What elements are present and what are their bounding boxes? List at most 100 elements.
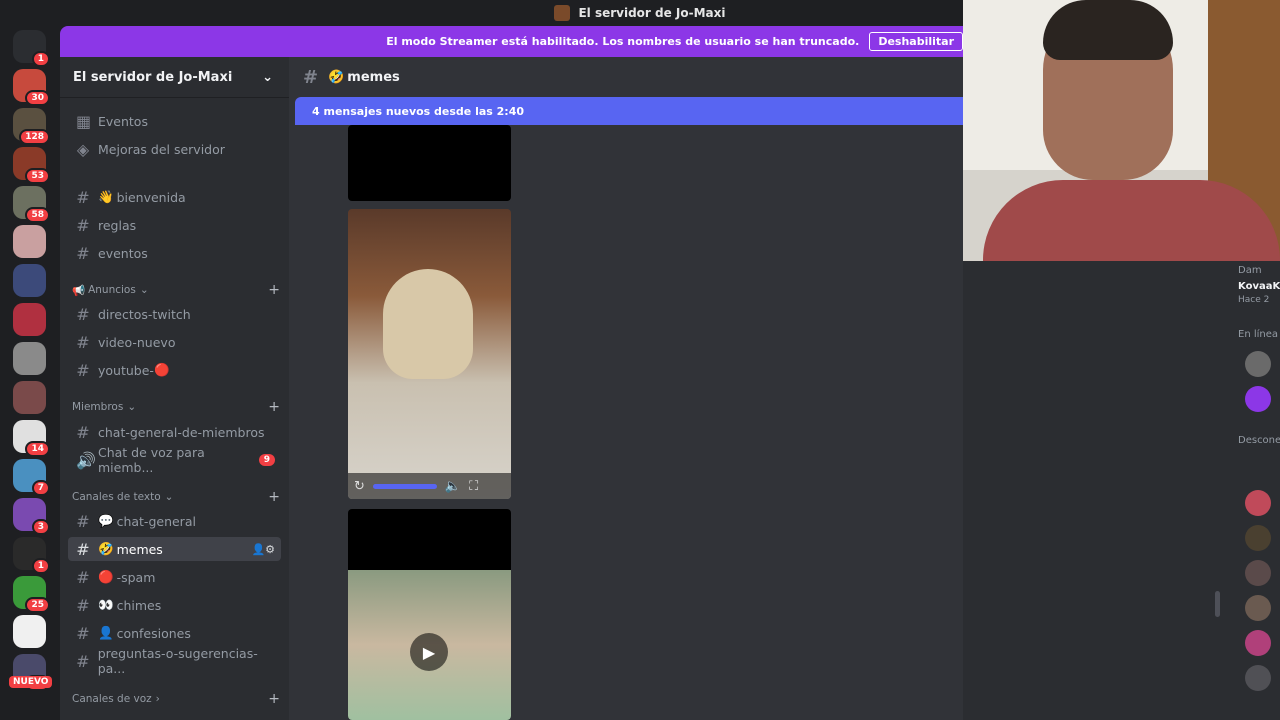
guild-1[interactable]: 30 xyxy=(13,69,50,106)
channel-spam[interactable]: # 🔴 -spam xyxy=(68,565,281,589)
channel-chat-de-voz-miembros[interactable]: 🔊 Chat de voz para miemb... 9 xyxy=(68,445,281,475)
sidebar-item-label: Eventos xyxy=(98,113,148,129)
hash-icon: # xyxy=(76,539,90,559)
member-avatar[interactable] xyxy=(1245,665,1271,691)
guild-14[interactable]: 25 xyxy=(13,576,50,613)
category-miembros[interactable]: Miembros ⌄ + xyxy=(72,399,280,415)
channel-reglas[interactable]: # reglas xyxy=(68,213,281,237)
guild-11[interactable]: 7 xyxy=(13,459,50,496)
channel-label: memes xyxy=(116,541,163,557)
window-title: El servidor de Jo-Maxi xyxy=(578,6,726,20)
channel-preguntas[interactable]: # preguntas-o-sugerencias-pa... xyxy=(68,646,281,676)
person-hair xyxy=(1043,0,1173,60)
member-avatar[interactable] xyxy=(1245,351,1271,377)
guild-list: 1301285358147312514 xyxy=(0,26,60,720)
category-label: Anuncios xyxy=(88,284,136,296)
channel-chat-general[interactable]: # 💬 chat-general xyxy=(68,509,281,533)
channel-emoji: 👀 xyxy=(98,597,114,612)
category-canales-de-voz[interactable]: Canales de voz › + xyxy=(72,691,280,707)
member-avatar[interactable] xyxy=(1245,525,1271,551)
mention-badge: 9 xyxy=(258,454,275,466)
guild-12[interactable]: 3 xyxy=(13,498,50,535)
category-anuncios[interactable]: 📢 Anuncios ⌄ + xyxy=(72,282,280,298)
guild-avatar xyxy=(13,225,46,258)
disable-streamer-button[interactable]: Deshabilitar xyxy=(869,32,963,51)
add-channel-icon[interactable]: + xyxy=(268,399,280,415)
channel-directos-twitch[interactable]: # directos-twitch xyxy=(68,302,281,326)
mention-badge: 1 xyxy=(31,51,50,67)
member-avatar[interactable] xyxy=(1245,630,1271,656)
category-canales-de-texto[interactable]: Canales de texto ⌄ + xyxy=(72,489,280,505)
megaphone-icon: 📢 xyxy=(72,284,86,297)
member-avatar[interactable] xyxy=(1245,386,1271,412)
guild-8[interactable] xyxy=(13,342,46,375)
video-attachment-2[interactable]: ▶ xyxy=(348,509,511,720)
mention-badge: 1 xyxy=(31,558,50,574)
member-avatar[interactable] xyxy=(1245,595,1271,621)
guild-7[interactable] xyxy=(13,303,46,336)
replay-icon[interactable]: ↻ xyxy=(354,479,365,494)
channel-label: chat-general-de-miembros xyxy=(98,424,265,440)
channel-emoji: 🔴 xyxy=(98,569,114,584)
channel-chimes[interactable]: # 👀 chimes xyxy=(68,593,281,617)
channel-memes[interactable]: # 🤣 memes 👤⚙ xyxy=(68,537,281,561)
hash-icon: # xyxy=(76,651,90,671)
guild-2[interactable]: 128 xyxy=(13,108,50,145)
guild-15[interactable] xyxy=(13,615,46,648)
channel-video-nuevo[interactable]: # video-nuevo xyxy=(68,330,281,354)
channel-confesiones[interactable]: # 👤 confesiones xyxy=(68,621,281,645)
channel-label: eventos xyxy=(98,245,148,261)
channel-bienvenida[interactable]: # 👋 bienvenida xyxy=(68,185,281,209)
guild-5[interactable] xyxy=(13,225,46,258)
hash-icon: # xyxy=(76,623,90,643)
chevron-down-icon: ⌄ xyxy=(127,401,137,413)
channel-chat-general-de-miembros[interactable]: # chat-general-de-miembros xyxy=(68,420,281,444)
channel-emoji: 🤣 xyxy=(98,541,114,556)
video-player[interactable]: ↻ 🔈 ⛶ xyxy=(348,209,511,499)
sidebar-item-label: Mejoras del servidor xyxy=(98,141,225,157)
add-channel-icon[interactable]: + xyxy=(268,282,280,298)
chevron-right-icon: › xyxy=(155,693,160,705)
video-attachment[interactable] xyxy=(348,125,511,201)
hash-icon: # xyxy=(76,595,90,615)
member-avatar[interactable] xyxy=(1245,560,1271,586)
guild-3[interactable]: 53 xyxy=(13,147,50,184)
channel-youtube[interactable]: # youtube- 🔴 xyxy=(68,358,281,382)
new-badge: NUEVO xyxy=(9,676,53,688)
volume-icon[interactable]: 🔈 xyxy=(445,479,461,494)
guild-4[interactable]: 58 xyxy=(13,186,50,223)
discord-home-icon[interactable]: 1 xyxy=(13,30,50,67)
add-channel-icon[interactable]: + xyxy=(268,691,280,707)
guild-10[interactable]: 14 xyxy=(13,420,50,457)
mention-badge: 3 xyxy=(31,519,50,535)
hash-icon: # xyxy=(76,360,90,380)
add-channel-icon[interactable]: + xyxy=(268,489,280,505)
volume-slider[interactable] xyxy=(372,483,437,489)
channel-emoji: 💬 xyxy=(98,513,114,528)
invite-icon[interactable]: 👤⚙ xyxy=(251,543,275,556)
new-messages-bar[interactable]: 4 mensajes nuevos desde las 2:40 xyxy=(295,97,963,125)
channel-label: -spam xyxy=(116,569,156,585)
sidebar-item-boosts[interactable]: ◈ Mejoras del servidor xyxy=(68,137,281,161)
member-avatar[interactable] xyxy=(1245,490,1271,516)
chevron-down-icon: ⌄ xyxy=(139,284,149,296)
play-icon[interactable]: ▶ xyxy=(410,633,448,671)
mention-badge: 7 xyxy=(31,480,50,496)
hash-icon: # xyxy=(76,187,90,207)
mention-badge: 30 xyxy=(25,90,50,106)
speaker-icon: 🔊 xyxy=(76,450,96,470)
guild-9[interactable] xyxy=(13,381,46,414)
guild-13[interactable]: 1 xyxy=(13,537,50,574)
fullscreen-icon[interactable]: ⛶ xyxy=(469,479,478,494)
category-label: Canales de texto xyxy=(72,491,161,503)
guild-6[interactable] xyxy=(13,264,46,297)
sidebar-item-events[interactable]: ▦ Eventos xyxy=(68,109,281,133)
server-header[interactable]: El servidor de Jo-Maxi ⌄ xyxy=(60,57,289,98)
hash-icon: # xyxy=(303,66,319,88)
channel-eventos[interactable]: # eventos xyxy=(68,241,281,265)
hash-icon: # xyxy=(76,215,90,235)
scrollbar[interactable] xyxy=(1215,591,1220,617)
guild-avatar xyxy=(13,303,46,336)
streamer-banner-text: El modo Streamer está habilitado. Los no… xyxy=(386,35,860,48)
channel-label: bienvenida xyxy=(116,189,186,205)
